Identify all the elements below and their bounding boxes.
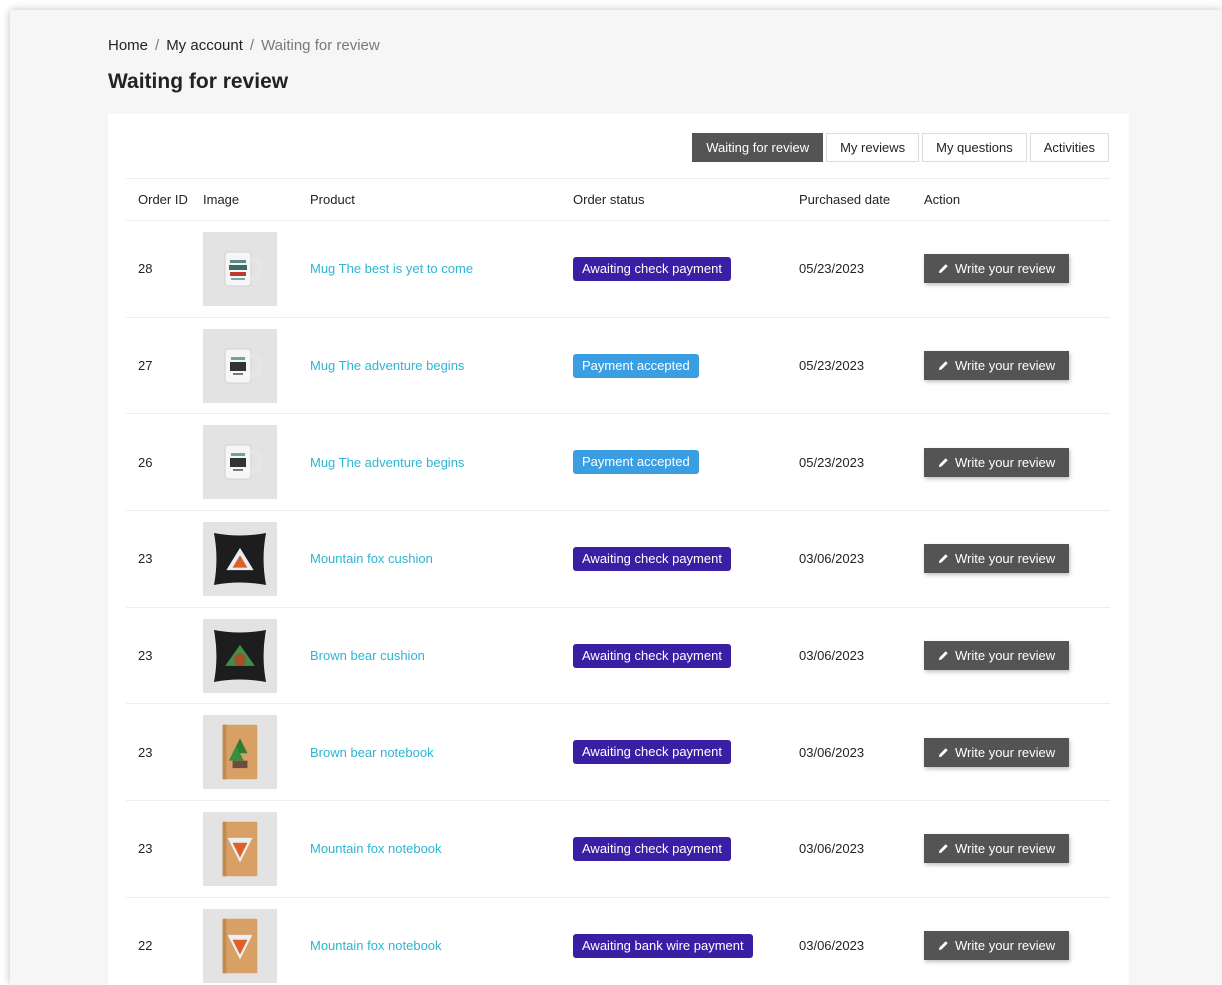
table-header: Order ID Image Product Order status Purc… [126,178,1110,220]
write-review-label: Write your review [955,938,1056,954]
status-badge: Awaiting check payment [573,836,731,861]
table-row: 22 Mountain fox notebook Awaiting bank wir… [126,896,1110,985]
product-image[interactable] [203,521,277,596]
purchased-date: 03/06/2023 [799,551,865,567]
write-review-button[interactable]: Write your review [924,737,1070,767]
write-review-button[interactable]: Write your review [924,641,1070,671]
order-id: 23 [138,648,153,664]
table-row: 26 Mug The adventure begins Payment accept… [126,413,1110,510]
status-badge: Awaiting check payment [573,643,731,668]
pencil-icon [938,554,948,564]
tab-bar: Waiting for review My reviews My questions… [689,133,1109,162]
product-link[interactable]: Mug The best is yet to come [310,261,473,276]
product-image[interactable] [203,425,277,500]
pencil-icon [938,748,948,757]
header-order-id: Order ID [138,192,188,207]
page-title: Waiting for review [108,70,289,93]
order-id: 22 [138,938,153,954]
breadcrumb-my-account[interactable]: My account [166,37,243,54]
pencil-icon [938,458,948,467]
order-id: 23 [138,841,153,857]
breadcrumb-separator: / [155,37,160,54]
purchased-date: 03/06/2023 [799,648,865,664]
table-row: 23 Brown bear notebook Awaiting check paym… [126,703,1110,800]
reviews-card: Waiting for review My reviews My questions… [108,114,1129,985]
purchased-date: 03/06/2023 [799,841,865,857]
page: Home / My account / Waiting for review Waiti… [10,10,1222,985]
product-image[interactable] [203,811,277,886]
pencil-icon [938,651,948,661]
purchased-date: 05/23/2023 [799,358,865,374]
status-badge: Payment accepted [573,450,699,475]
header-order-status: Order status [573,192,645,207]
table-row: 27 Mug The adventure begins Payment accept… [126,316,1110,414]
order-id: 28 [138,261,153,277]
pencil-icon [938,941,948,951]
write-review-label: Write your review [955,551,1056,567]
breadcrumb: Home / My account / Waiting for review [108,37,380,54]
tab-my-reviews[interactable]: My reviews [826,133,920,162]
header-purchased-date: Purchased date [799,192,891,207]
order-id: 27 [138,358,153,374]
header-action: Action [924,192,961,207]
write-review-label: Write your review [955,454,1056,470]
product-link[interactable]: Brown bear cushion [310,648,425,663]
tab-activities[interactable]: Activities [1029,133,1109,162]
write-review-button[interactable]: Write your review [924,931,1070,961]
table-body: 28 Mug The best is yet to come Awaiting ch… [126,220,1110,985]
breadcrumb-separator: / [249,37,255,54]
product-image[interactable] [203,328,277,403]
tab-my-questions[interactable]: My questions [922,133,1027,162]
header-product: Product [310,192,355,207]
purchased-date: 05/23/2023 [799,454,865,470]
tab-waiting-for-review[interactable]: Waiting for review [692,133,824,162]
status-badge: Payment accepted [573,353,699,378]
status-badge: Awaiting bank wire payment [573,933,753,958]
product-link[interactable]: Brown bear notebook [310,745,434,760]
table-row: 23 Mountain fox notebook Awaiting check pa… [126,800,1110,897]
table-row: 23 Mountain fox cushion Awaiting check pay… [126,510,1110,607]
order-id: 26 [138,454,153,470]
write-review-label: Write your review [955,358,1056,374]
purchased-date: 03/06/2023 [799,938,865,954]
product-image[interactable] [203,908,277,983]
table-row: 23 Brown bear cushion Awaiting check payme… [126,606,1110,704]
product-image[interactable] [203,715,277,790]
write-review-button[interactable]: Write your review [924,447,1070,477]
breadcrumb-current: Waiting for review [261,37,380,54]
purchased-date: 05/23/2023 [799,261,865,277]
product-image[interactable] [203,618,277,693]
pencil-icon [938,264,948,274]
status-badge: Awaiting check payment [573,546,731,571]
order-id: 23 [138,551,153,567]
status-badge: Awaiting check payment [573,740,731,765]
table-row: 28 Mug The best is yet to come Awaiting ch… [126,220,1110,317]
write-review-label: Write your review [955,261,1056,277]
write-review-button[interactable]: Write your review [924,544,1070,574]
write-review-label: Write your review [955,744,1056,760]
product-link[interactable]: Mug The adventure begins [310,455,464,470]
product-link[interactable]: Mountain fox notebook [310,938,442,953]
order-id: 23 [138,744,153,760]
write-review-button[interactable]: Write your review [924,254,1070,284]
write-review-button[interactable]: Write your review [924,351,1070,381]
header-image: Image [203,192,240,207]
product-link[interactable]: Mountain fox cushion [310,551,433,566]
product-link[interactable]: Mountain fox notebook [310,841,442,856]
product-link[interactable]: Mug The adventure begins [310,358,464,373]
write-review-label: Write your review [955,648,1056,664]
status-badge: Awaiting check payment [573,256,731,281]
orders-table: Order ID Image Product Order status Purc… [126,178,1110,985]
product-image[interactable] [203,231,277,306]
breadcrumb-home[interactable]: Home [108,37,148,54]
write-review-label: Write your review [955,841,1056,857]
pencil-icon [938,361,948,371]
purchased-date: 03/06/2023 [799,744,865,760]
write-review-button[interactable]: Write your review [924,834,1070,864]
pencil-icon [938,844,948,854]
